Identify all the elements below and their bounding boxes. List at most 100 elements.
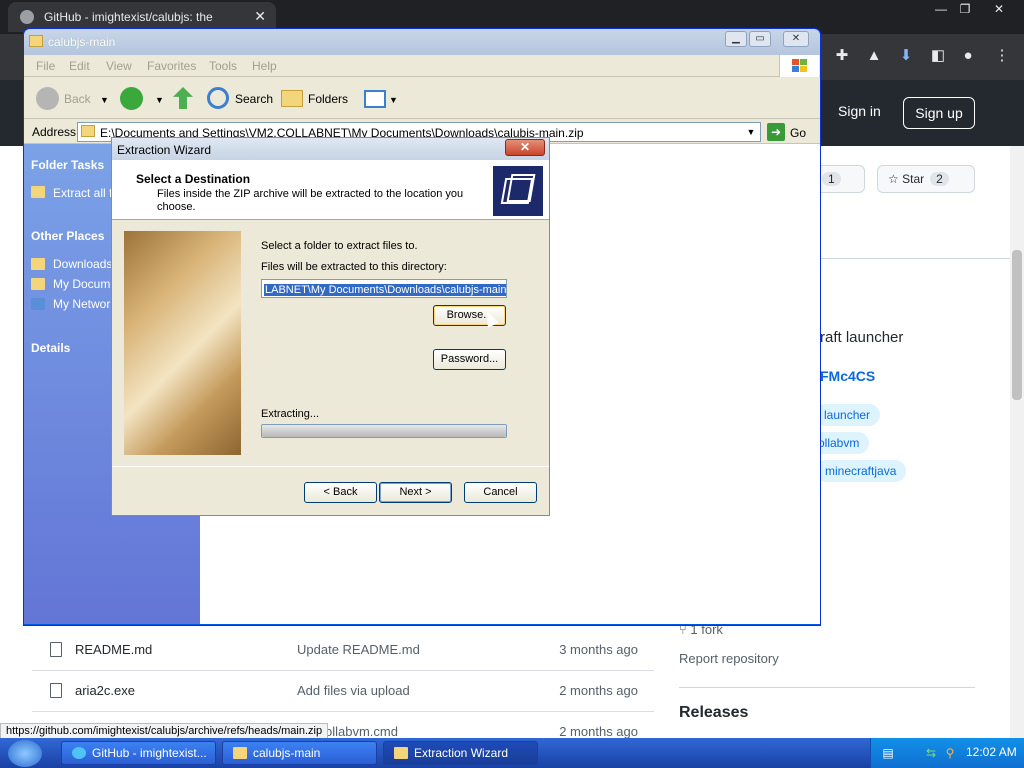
github-favicon-icon [20,10,34,24]
status-bar-url: https://github.com/imightexist/calubjs/a… [0,723,329,739]
flask-icon[interactable]: ▲ [864,46,884,66]
taskbar-clock: 12:02 AM [966,745,1017,759]
taskbar-label: calubjs-main [253,746,321,760]
tab-close-icon[interactable]: ✕ [254,8,266,25]
go-arrow-icon[interactable]: ➜ [767,123,785,141]
report-repository-link[interactable]: Report repository [679,651,779,666]
chrome-icon [72,747,86,759]
star-icon: ☆ [888,172,899,186]
folders-icon[interactable] [281,90,303,107]
commit-message[interactable]: Add files via upload [297,683,410,698]
menu-file[interactable]: File [36,59,55,73]
fork-count: 1 [822,172,841,186]
explorer-minimize-button[interactable]: ▁ [725,31,747,47]
views-icon[interactable] [364,90,386,108]
menu-tools[interactable]: Tools [209,59,237,73]
explorer-titlebar[interactable] [24,29,820,55]
wizard-title: Extraction Wizard [117,143,212,157]
explorer-close-button[interactable]: ✕ [783,31,809,47]
topic-tag[interactable]: minecraftjava [815,460,907,482]
network-icon[interactable]: ⇆ [924,746,938,760]
extracting-label: Extracting... [261,408,320,420]
explorer-menubar [24,55,820,77]
my-documents-icon [31,278,45,290]
folder-icon [233,747,247,759]
wizard-subtext: Files inside the ZIP archive will be ext… [157,188,464,213]
taskbar-button-wizard[interactable]: Extraction Wizard [383,741,538,765]
back-dropdown-icon[interactable]: ▼ [100,95,109,105]
start-button[interactable] [8,740,42,767]
windows-flag-icon [779,55,819,77]
directory-label: Files will be extracted to this director… [261,261,447,273]
commit-message[interactable]: Update README.md [297,642,420,657]
back-arrow-icon[interactable] [36,87,59,110]
commit-age: 2 months ago [559,724,638,739]
page-scrollbar-thumb[interactable] [1012,250,1022,400]
cancel-button[interactable]: Cancel [464,482,537,503]
other-places-heading[interactable]: Other Places [31,229,104,243]
file-icon [50,683,62,698]
menu-favorites[interactable]: Favorites [147,59,196,73]
menu-view[interactable]: View [106,59,132,73]
side-panel-icon[interactable]: ◧ [928,46,948,66]
star-button[interactable]: ☆ Star 2 [877,165,975,193]
commit-age: 2 months ago [559,683,638,698]
back-button-label[interactable]: Back [64,92,91,106]
extraction-progress-fill [262,425,506,437]
file-row[interactable]: README.md Update README.md 3 months ago [32,630,654,671]
extract-folders-icon [493,166,543,216]
header-divider [820,258,1010,259]
sidebar-divider [679,687,975,688]
download-icon[interactable]: ⬇ [896,46,916,66]
chrome-menu-icon[interactable]: ⋮ [992,46,1012,66]
search-tray-icon[interactable]: ⚲ [943,746,957,760]
file-name[interactable]: README.md [75,642,152,657]
commit-message[interactable]: ollabvm.cmd [325,724,398,739]
password-button[interactable]: Password... [433,349,506,370]
chrome-restore-button[interactable]: ❐ [950,0,980,18]
forward-dropdown-icon[interactable]: ▼ [155,95,164,105]
taskbar-button-explorer[interactable]: calubjs-main [222,741,377,765]
menu-help[interactable]: Help [252,59,277,73]
address-label: Address [32,125,77,139]
sign-up-button[interactable]: Sign up [903,97,975,129]
details-heading[interactable]: Details [31,341,70,355]
sign-in-link[interactable]: Sign in [838,103,881,119]
search-icon[interactable] [207,87,229,109]
destination-value: LABNET\My Documents\Downloads\calubjs-ma… [264,284,507,296]
wizard-close-button[interactable]: ✕ [505,139,545,156]
folders-button-label[interactable]: Folders [308,92,348,106]
taskbar-button-github[interactable]: GitHub - imightexist... [61,741,216,765]
destination-input[interactable]: LABNET\My Documents\Downloads\calubjs-ma… [261,279,507,298]
go-button-label[interactable]: Go [790,126,806,140]
star-count: 2 [930,172,949,186]
search-button-label[interactable]: Search [235,92,273,106]
back-button[interactable]: < Back [304,482,377,503]
folder-tasks-heading[interactable]: Folder Tasks [31,158,104,172]
extensions-puzzle-icon[interactable]: ✚ [832,46,852,66]
file-row[interactable]: aria2c.exe Add files via upload 2 months… [32,671,654,712]
repo-website-link[interactable]: FMc4CS [820,368,875,384]
profile-avatar-icon[interactable]: ● [958,46,978,66]
forward-arrow-icon[interactable] [120,87,143,110]
taskbar-label: GitHub - imightexist... [92,746,207,760]
menu-edit[interactable]: Edit [69,59,90,73]
keyboard-icon[interactable]: ▤ [881,746,895,760]
file-name[interactable]: aria2c.exe [75,683,135,698]
my-network-icon [31,298,45,310]
wizard-heading: Select a Destination [136,172,251,186]
folder-icon [394,747,408,759]
zip-folder-icon [29,35,43,47]
topic-tag[interactable]: launcher [814,404,881,426]
explorer-maximize-button[interactable]: ▭ [749,31,771,47]
chrome-close-button[interactable]: ✕ [984,0,1014,18]
star-label: Star [902,172,925,186]
page-scrollbar[interactable] [1010,146,1024,738]
address-dropdown-icon[interactable]: ▼ [744,124,758,140]
views-dropdown-icon[interactable]: ▼ [389,95,398,105]
tab-title: GitHub - imightexist/calubjs: the [44,10,213,24]
releases-heading[interactable]: Releases [679,704,748,722]
next-button[interactable]: Next > [379,482,452,503]
file-icon [50,642,62,657]
wizard-side-image [124,231,241,455]
